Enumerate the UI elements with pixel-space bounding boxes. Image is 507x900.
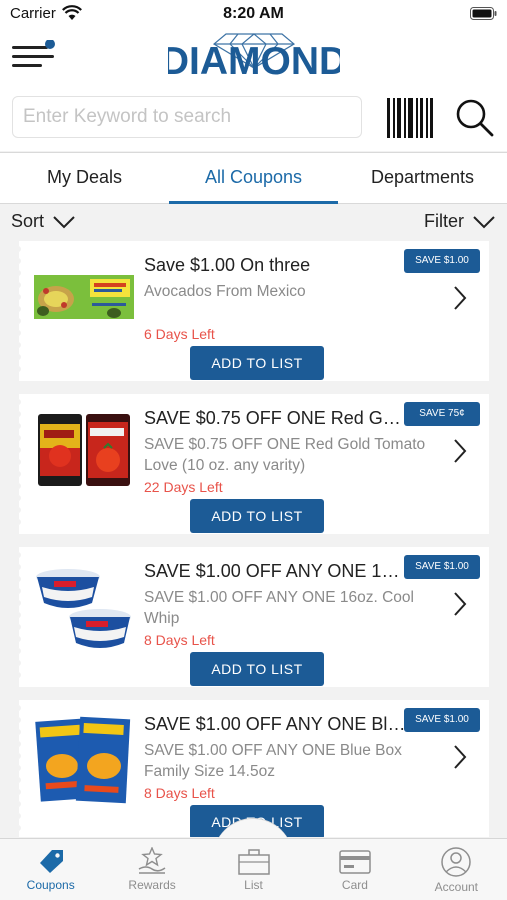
savings-badge: SAVE $1.00	[404, 555, 480, 579]
chevron-right-icon[interactable]	[453, 285, 467, 311]
savings-badge: SAVE $1.00	[404, 249, 480, 273]
tabbar-label: Account	[434, 880, 478, 894]
tabbar-item-list[interactable]: List	[203, 839, 304, 900]
tabbar-item-coupons[interactable]: Coupons	[0, 839, 101, 900]
chevron-down-icon	[53, 215, 75, 228]
coupon-card[interactable]: SAVE $1.00 OFF ANY ONE 16o... SAVE $1.00…	[18, 547, 489, 687]
add-to-list-button[interactable]: ADD TO LIST	[190, 346, 324, 380]
coupon-description: SAVE $0.75 OFF ONE Red Gold Tomato Love …	[144, 436, 426, 474]
tab-all-coupons[interactable]: All Coupons	[169, 153, 338, 204]
app-header: DIAMOND	[0, 28, 507, 151]
search-input[interactable]	[13, 97, 361, 137]
search-box	[12, 96, 362, 138]
battery-icon	[470, 7, 497, 20]
days-left: 22 Days Left	[144, 479, 223, 495]
coupon-title: SAVE $0.75 OFF ONE Red Gold...	[144, 408, 406, 428]
tag-icon	[39, 850, 63, 873]
perforated-edge	[18, 394, 21, 534]
coupon-card[interactable]: SAVE $1.00 OFF ANY ONE Blu... SAVE $1.00…	[18, 700, 489, 837]
tabbar-item-account[interactable]: Account	[406, 839, 507, 900]
barcode-scan-icon[interactable]	[386, 98, 434, 138]
coupon-title: SAVE $1.00 OFF ANY ONE Blu...	[144, 714, 406, 734]
mac-and-cheese-product-image	[35, 716, 131, 804]
add-to-list-button[interactable]: ADD TO LIST	[190, 499, 324, 533]
savings-badge: SAVE $1.00	[404, 708, 480, 732]
coupon-card[interactable]: Save $1.00 On three Avocados From Mexico…	[18, 241, 489, 381]
status-bar: Carrier 8:20 AM	[0, 0, 507, 28]
svg-text:DIAMOND: DIAMOND	[168, 40, 340, 83]
sort-filter-bar: Sort Filter	[0, 205, 507, 241]
card-icon	[339, 850, 371, 874]
rewards-icon	[138, 847, 166, 874]
days-left: 8 Days Left	[144, 785, 215, 801]
tabbar-label: Coupons	[26, 878, 75, 892]
coupon-tabs: My Deals All Coupons Departments	[0, 152, 507, 204]
chevron-right-icon[interactable]	[453, 438, 467, 464]
perforated-edge	[18, 547, 21, 687]
add-to-list-button[interactable]: ADD TO LIST	[190, 652, 324, 686]
perforated-edge	[18, 700, 21, 837]
tomato-cans-product-image	[38, 414, 130, 486]
filter-label: Filter	[424, 211, 464, 231]
days-left: 6 Days Left	[144, 326, 215, 342]
coupon-description: SAVE $1.00 OFF ANY ONE 16oz. Cool Whip	[144, 589, 414, 627]
brand-logo: DIAMOND	[168, 33, 340, 83]
search-icon[interactable]	[455, 98, 495, 138]
perforated-edge	[18, 241, 21, 381]
account-icon	[441, 847, 472, 877]
tabbar-label: Rewards	[128, 878, 176, 892]
tabbar-item-card[interactable]: Card	[304, 839, 405, 900]
coupon-description: Avocados From Mexico	[144, 283, 306, 300]
coupon-description: SAVE $1.00 OFF ANY ONE Blue Box Family S…	[144, 742, 402, 780]
cool-whip-product-image	[36, 569, 131, 648]
sort-button[interactable]: Sort	[11, 211, 76, 232]
coupon-list: Save $1.00 On three Avocados From Mexico…	[0, 241, 507, 837]
tabbar-label: List	[244, 878, 263, 892]
chevron-down-icon	[473, 215, 495, 228]
coupon-title: SAVE $1.00 OFF ANY ONE 16o...	[144, 561, 406, 581]
chevron-right-icon[interactable]	[453, 744, 467, 770]
filter-button[interactable]: Filter	[424, 211, 496, 232]
chevron-right-icon[interactable]	[453, 591, 467, 617]
avocado-product-image	[34, 275, 134, 319]
sort-label: Sort	[11, 211, 45, 231]
tabbar-label: Card	[341, 878, 368, 892]
menu-icon[interactable]	[12, 40, 58, 70]
tab-departments[interactable]: Departments	[338, 153, 507, 203]
days-left: 8 Days Left	[144, 632, 215, 648]
tabbar-item-rewards[interactable]: Rewards	[101, 839, 202, 900]
status-time: 8:20 AM	[223, 5, 284, 22]
coupon-card[interactable]: SAVE $0.75 OFF ONE Red Gold... SAVE $0.7…	[18, 394, 489, 534]
tab-my-deals[interactable]: My Deals	[0, 153, 169, 203]
list-bag-icon	[237, 849, 270, 875]
coupon-title: Save $1.00 On three	[144, 255, 311, 275]
savings-badge: SAVE 75¢	[404, 402, 480, 426]
bottom-tab-bar: Coupons Rewards List Card Account	[0, 838, 507, 900]
